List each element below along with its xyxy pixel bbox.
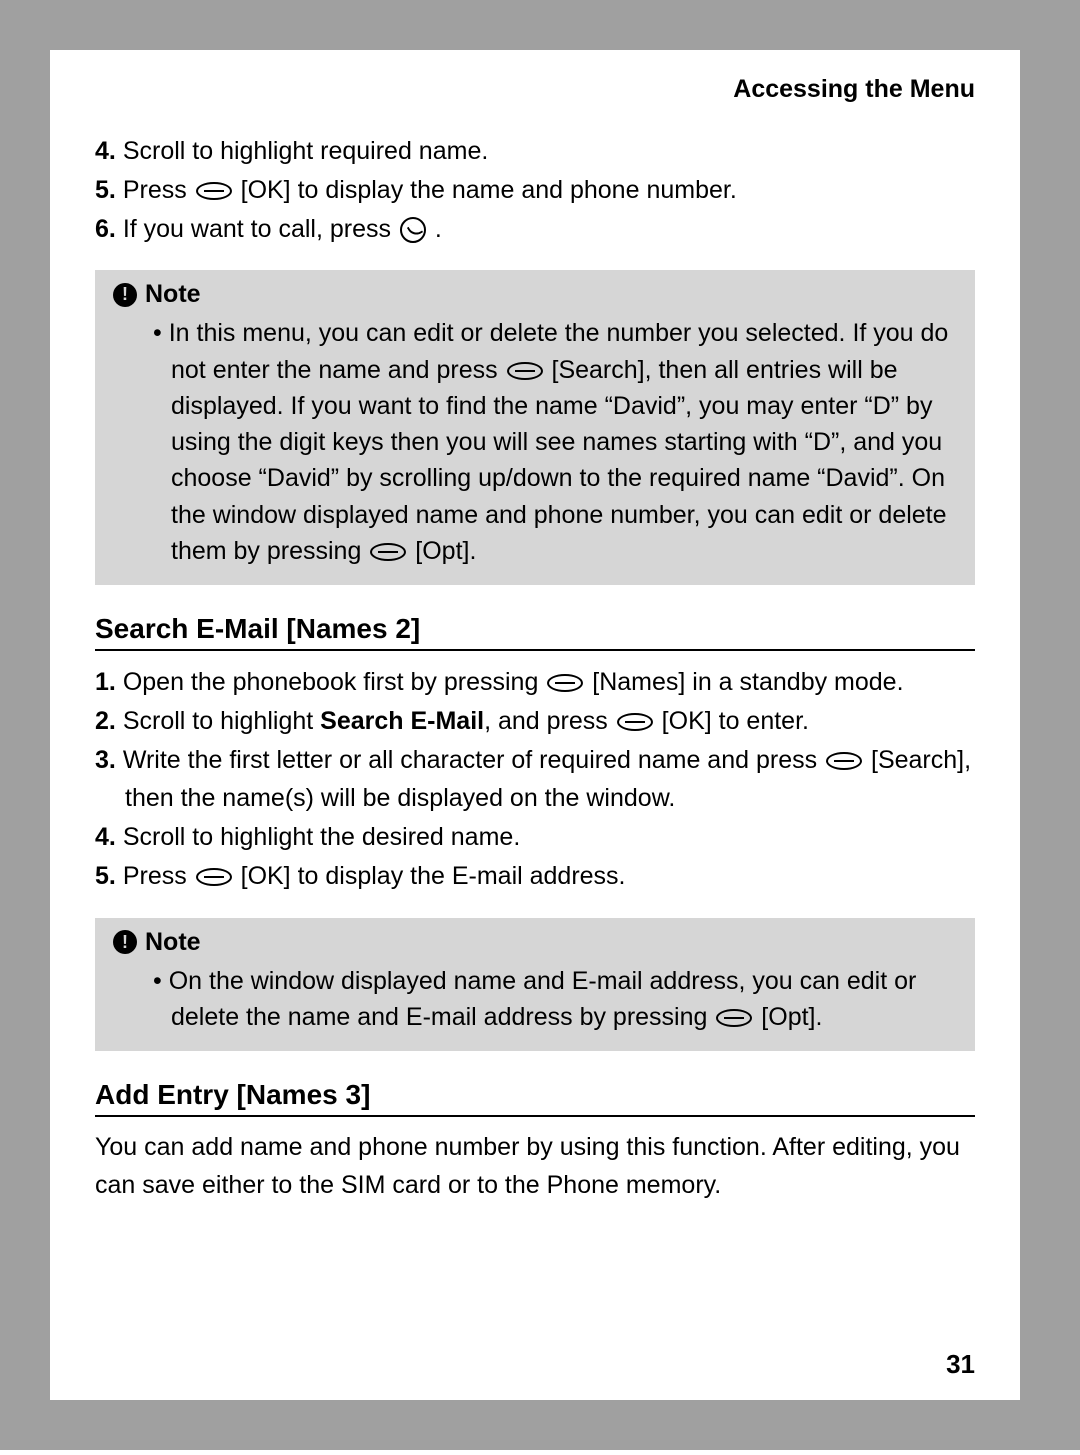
note-box-1: ! Note • In this menu, you can edit or d…: [95, 270, 975, 585]
step-5: 5. Press [OK] to display the name and ph…: [95, 171, 975, 210]
note-label: Note: [145, 928, 201, 957]
se-step-1: 1. Open the phonebook first by pressing …: [95, 663, 975, 702]
note-box-2: ! Note • On the window displayed name an…: [95, 918, 975, 1052]
top-steps: 4. Scroll to highlight required name. 5.…: [95, 132, 975, 248]
note-label: Note: [145, 280, 201, 309]
section-heading-search-email: Search E-Mail [Names 2]: [95, 613, 975, 651]
page-header: Accessing the Menu: [95, 75, 975, 104]
opt-key-icon: [370, 543, 406, 561]
se-step-5: 5. Press [OK] to display the E-mail addr…: [95, 857, 975, 896]
section-heading-add-entry: Add Entry [Names 3]: [95, 1079, 975, 1117]
ok-key-icon: [617, 713, 653, 731]
note-exclaim-icon: !: [113, 930, 137, 954]
step-4: 4. Scroll to highlight required name.: [95, 132, 975, 171]
note-header: ! Note: [113, 280, 957, 309]
step-6: 6. If you want to call, press .: [95, 210, 975, 249]
opt-key-icon: [716, 1009, 752, 1027]
se-step-4: 4. Scroll to highlight the desired name.: [95, 818, 975, 857]
search-key-icon: [507, 362, 543, 380]
note-bullet: • On the window displayed name and E-mai…: [113, 963, 957, 1036]
call-key-icon: [400, 217, 426, 243]
note-header: ! Note: [113, 928, 957, 957]
se-step-3: 3. Write the first letter or all charact…: [95, 741, 975, 819]
names-key-icon: [547, 674, 583, 692]
search-key-icon: [826, 752, 862, 770]
manual-page: Accessing the Menu 4. Scroll to highligh…: [50, 50, 1020, 1400]
search-email-steps: 1. Open the phonebook first by pressing …: [95, 663, 975, 896]
add-entry-paragraph: You can add name and phone number by usi…: [95, 1129, 975, 1204]
ok-key-icon: [196, 868, 232, 886]
note-bullet: • In this menu, you can edit or delete t…: [113, 315, 957, 569]
page-number: 31: [946, 1349, 975, 1380]
note-exclaim-icon: !: [113, 283, 137, 307]
se-step-2: 2. Scroll to highlight Search E-Mail, an…: [95, 702, 975, 741]
scan-frame: Accessing the Menu 4. Scroll to highligh…: [0, 0, 1080, 1450]
ok-key-icon: [196, 182, 232, 200]
